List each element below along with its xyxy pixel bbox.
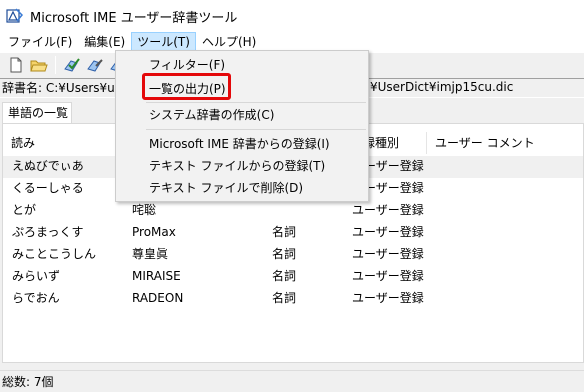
menu-item-create-system-dictionary[interactable]: システム辞書の作成(C) xyxy=(149,105,274,125)
cell-word: ProMax xyxy=(132,225,176,239)
cell-pos: 名詞 xyxy=(272,225,297,239)
edit-icon[interactable] xyxy=(85,55,105,75)
menu-bar: ファイル(F) 編集(E) ツール(T) ヘルプ(H) xyxy=(0,32,584,52)
open-folder-icon[interactable] xyxy=(29,55,49,75)
table-row[interactable]: ぷろまっくす ProMax 名詞 ユーザー登録 xyxy=(3,222,583,244)
cell-word: 尊皇眞 xyxy=(132,247,169,261)
cell-reading: みことこうしん xyxy=(12,247,97,261)
table-row[interactable]: とが 咤聡 ユーザー登録 xyxy=(3,200,583,222)
menu-item-filter[interactable]: フィルター(F) xyxy=(149,55,225,75)
menu-file[interactable]: ファイル(F) xyxy=(2,32,78,52)
cell-word: RADEON xyxy=(132,291,184,305)
cell-type: ユーザー登録 xyxy=(352,291,424,305)
menu-item-import-ime-dictionary[interactable]: Microsoft IME 辞書からの登録(I) xyxy=(149,134,330,154)
menu-edit[interactable]: 編集(E) xyxy=(78,32,131,52)
cell-comment xyxy=(427,200,577,222)
cell-reading: えぬびでぃあ xyxy=(12,159,84,173)
menu-separator xyxy=(146,102,366,103)
cell-pos: 名詞 xyxy=(272,247,297,261)
new-file-icon[interactable] xyxy=(6,55,26,75)
window-title: Microsoft IME ユーザー辞書ツール xyxy=(30,10,238,26)
cell-comment xyxy=(427,222,577,244)
cell-type: ユーザー登録 xyxy=(352,269,424,283)
menu-help[interactable]: ヘルプ(H) xyxy=(196,32,262,52)
cell-reading: みらいず xyxy=(12,269,61,283)
cell-type: ユーザー登録 xyxy=(352,203,424,217)
table-row[interactable]: らでおん RADEON 名詞 ユーザー登録 xyxy=(3,288,583,310)
menu-item-delete-by-text-file[interactable]: テキスト ファイルで削除(D) xyxy=(149,178,303,198)
cell-comment xyxy=(427,244,577,266)
column-header-comment[interactable]: ユーザー コメント xyxy=(427,132,577,154)
cell-pos: 名詞 xyxy=(272,291,297,305)
tab-word-list[interactable]: 単語の一覧 xyxy=(2,102,72,124)
highlight-annotation xyxy=(142,73,231,100)
title-bar: Microsoft IME ユーザー辞書ツール xyxy=(0,0,584,32)
cell-reading: くるーしゃる xyxy=(12,181,84,195)
table-row[interactable]: みらいず MIRAISE 名詞 ユーザー登録 xyxy=(3,266,583,288)
cell-reading: とが xyxy=(12,203,37,217)
cell-type: ユーザー登録 xyxy=(352,225,424,239)
table-row[interactable]: みことこうしん 尊皇眞 名詞 ユーザー登録 xyxy=(3,244,583,266)
cell-comment xyxy=(427,266,577,288)
cell-comment xyxy=(427,288,577,310)
column-header-reading[interactable]: 読み xyxy=(3,132,123,154)
cell-word: 咤聡 xyxy=(132,203,157,217)
menu-item-import-text-file[interactable]: テキスト ファイルからの登録(T) xyxy=(149,156,325,176)
cell-pos xyxy=(263,200,343,222)
toolbar-separator xyxy=(55,55,56,74)
menu-tools[interactable]: ツール(T) xyxy=(131,32,196,52)
check-icon[interactable] xyxy=(62,55,82,75)
cell-comment xyxy=(427,156,577,178)
cell-reading: らでおん xyxy=(12,291,60,305)
cell-reading: ぷろまっくす xyxy=(12,225,84,239)
cell-comment xyxy=(427,178,577,200)
cell-word: MIRAISE xyxy=(132,269,181,283)
cell-type: ユーザー登録 xyxy=(352,247,424,261)
dictionary-path-suffix: ¥UserDict¥imjp15cu.dic xyxy=(370,80,514,94)
status-bar: 総数: 7個 xyxy=(0,370,584,392)
menu-separator xyxy=(146,129,366,130)
cell-pos: 名詞 xyxy=(272,269,297,283)
app-icon xyxy=(6,7,24,25)
